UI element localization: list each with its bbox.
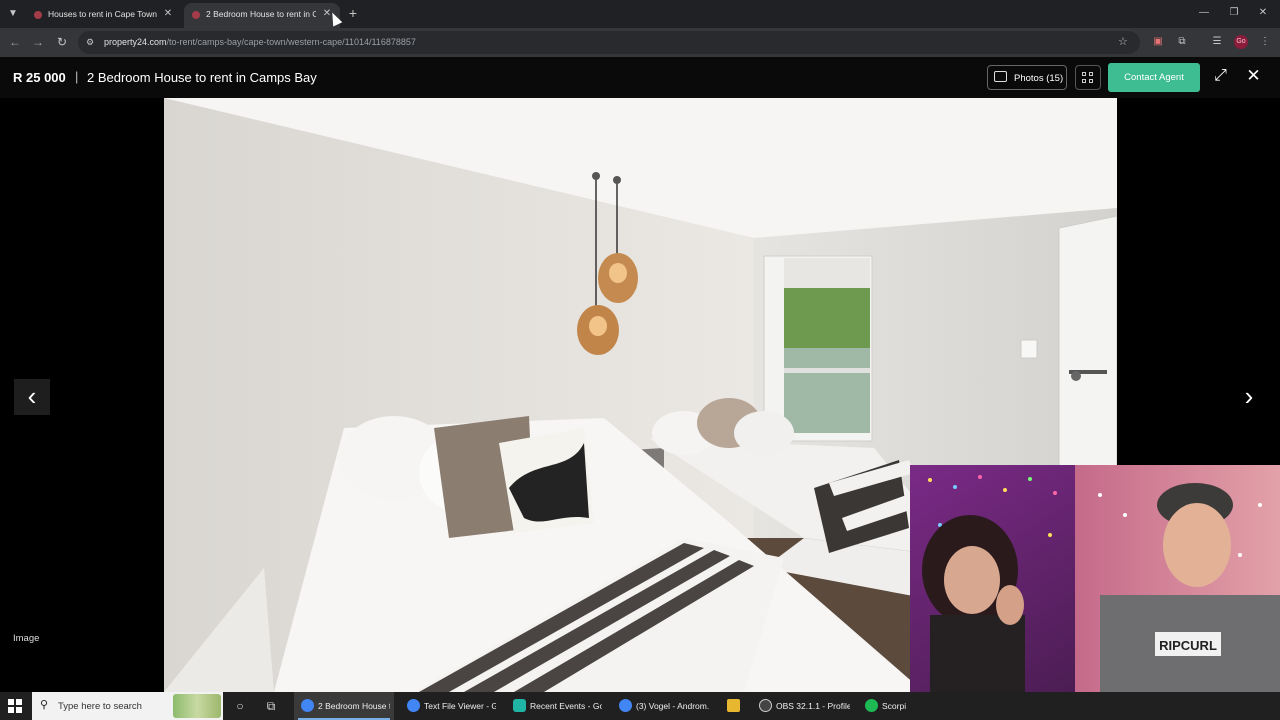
folder-icon — [727, 699, 740, 712]
search-placeholder: Type here to search — [58, 701, 142, 712]
photos-button[interactable]: Photos (15) — [987, 65, 1067, 90]
obs-icon — [759, 699, 772, 712]
taskbar-app-label: Text File Viewer - G... — [424, 701, 496, 711]
chevron-left-icon: ‹ — [27, 381, 37, 411]
webcam-feed: RIPCURL — [910, 465, 1280, 692]
grid-icon — [1089, 79, 1093, 83]
profile-avatar[interactable]: Go — [1234, 35, 1248, 49]
webcam-overlay: RIPCURL — [910, 465, 1280, 692]
grid-icon — [1082, 79, 1086, 83]
address-bar[interactable]: ⚙ property24.com/to-rent/camps-bay/cape-… — [78, 31, 1140, 54]
site-info-icon[interactable]: ⚙ — [86, 37, 97, 48]
browser-toolbar: ← → ↻ ⚙ property24.com/to-rent/camps-bay… — [0, 28, 1280, 57]
task-view-icon[interactable]: ⧉ — [264, 699, 278, 713]
browser-tab-listings[interactable]: Houses to rent in Cape Town : C ✕ — [26, 3, 181, 28]
search-highlight-art — [173, 694, 221, 718]
taskbar-app-vogel[interactable]: (3) Vogel - Androm... — [612, 692, 714, 720]
extensions-puzzle-icon[interactable]: ⧉ — [1175, 35, 1189, 49]
windows-start-icon[interactable] — [8, 699, 22, 713]
forward-icon[interactable]: → — [31, 35, 45, 49]
contact-agent-button[interactable]: Contact Agent — [1108, 63, 1200, 92]
taskbar-app-chrome-house[interactable]: 2 Bedroom House t... — [294, 692, 394, 720]
menu-kebab-icon[interactable]: ⋮ — [1258, 35, 1272, 49]
search-icon: ⚲ — [40, 699, 49, 711]
url-text: property24.com/to-rent/camps-bay/cape-to… — [104, 37, 416, 47]
favicon-icon — [34, 11, 42, 19]
taskbar-app-file-explorer[interactable] — [720, 692, 748, 720]
chrome-icon — [619, 699, 632, 712]
listing-price: R 25 000 — [13, 70, 66, 85]
bookmark-star-icon[interactable]: ☆ — [1118, 36, 1130, 48]
next-photo-button[interactable]: › — [1231, 379, 1267, 415]
previous-photo-button[interactable]: ‹ — [14, 379, 50, 415]
new-tab-icon[interactable]: + — [346, 6, 360, 20]
tab-close-icon[interactable]: ✕ — [162, 8, 174, 20]
taskbar-app-label: (3) Vogel - Androm... — [636, 701, 710, 711]
image-caption: Image — [13, 633, 40, 644]
app-icon — [513, 699, 526, 712]
taskbar-app-obs[interactable]: OBS 32.1.1 - Profile:... — [752, 692, 854, 720]
spotify-icon — [865, 699, 878, 712]
extension-icon[interactable]: ▣ — [1151, 35, 1165, 49]
taskbar-app-label: Scorpio — [882, 701, 906, 711]
back-icon[interactable]: ← — [8, 35, 22, 49]
chevron-right-icon: › — [1244, 381, 1254, 411]
taskbar-app-label: 2 Bedroom House t... — [318, 701, 390, 711]
shirt-logo-text: RIPCURL — [1159, 638, 1217, 653]
taskbar-search[interactable]: ⚲ Type here to search — [32, 692, 223, 720]
grid-icon — [1089, 72, 1093, 76]
tab-title: Houses to rent in Cape Town : C — [48, 9, 157, 19]
favicon-icon — [192, 11, 200, 19]
taskbar-app-label: OBS 32.1.1 - Profile:... — [776, 701, 850, 711]
reload-icon[interactable]: ↻ — [55, 35, 69, 49]
media-control-icon[interactable]: ☰ — [1210, 35, 1224, 49]
windows-taskbar: ⚲ Type here to search ○ ⧉ 2 Bedroom Hous… — [0, 692, 1280, 720]
tab-title: 2 Bedroom House to rent in Ca — [206, 9, 316, 19]
taskbar-app-label: Recent Events - Go... — [530, 701, 602, 711]
photos-label: Photos (15) — [1014, 73, 1064, 84]
title-separator: | — [75, 69, 79, 84]
image-icon — [994, 71, 1007, 82]
grid-icon — [1082, 72, 1086, 76]
chrome-icon — [407, 699, 420, 712]
restore-icon[interactable]: ❐ — [1227, 7, 1241, 19]
window-close-icon[interactable]: ✕ — [1256, 7, 1270, 19]
close-gallery-icon[interactable]: ✕ — [1245, 67, 1262, 84]
chrome-icon — [301, 699, 314, 712]
browser-tab-strip: ▼ Houses to rent in Cape Town : C ✕ 2 Be… — [0, 0, 1280, 28]
cortana-icon[interactable]: ○ — [233, 699, 247, 713]
taskbar-app-recent-events[interactable]: Recent Events - Go... — [506, 692, 606, 720]
gallery-header: R 25 000 | 2 Bedroom House to rent in Ca… — [0, 57, 1280, 98]
taskbar-app-text-viewer[interactable]: Text File Viewer - G... — [400, 692, 500, 720]
taskbar-app-spotify[interactable]: Scorpio — [858, 692, 910, 720]
tab-search-icon[interactable]: ▼ — [5, 6, 21, 22]
browser-tab-house[interactable]: 2 Bedroom House to rent in Ca ✕ — [184, 3, 340, 28]
minimize-icon[interactable]: — — [1197, 7, 1211, 19]
grid-view-button[interactable] — [1075, 65, 1101, 90]
fullscreen-icon[interactable]: ⤢ — [1212, 67, 1229, 84]
listing-title: 2 Bedroom House to rent in Camps Bay — [87, 70, 317, 85]
